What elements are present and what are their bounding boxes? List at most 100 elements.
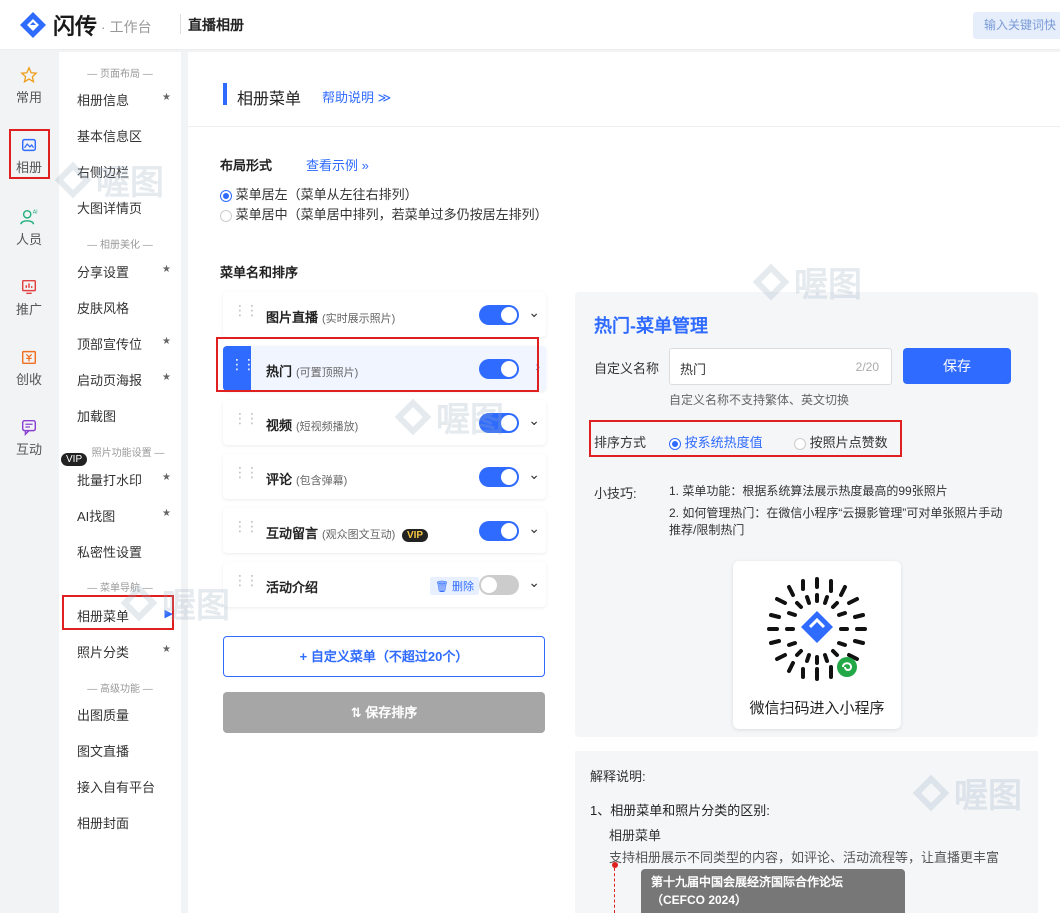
radio-checked-icon [220,189,232,202]
drag-handle-icon[interactable]: ⋮⋮ [233,519,259,533]
section-advanced: — 高级功能 — [87,684,153,695]
star-icon [20,66,38,84]
logo[interactable]: 闪传 · 工作台 [18,9,152,41]
explain-desc: 支持相册展示不同类型的内容，如评论、活动流程等，让直播更丰富 [609,850,1000,865]
qr-card: 微信扫码进入小程序 [733,561,901,729]
sidebar-item-skin[interactable]: 皮肤风格 [77,298,177,317]
sidebar-item-ai-find[interactable]: AI找图 ★ [77,506,177,525]
name-hint: 自定义名称不支持繁体、英文切换 [669,393,850,407]
trash-icon: 🗑 [435,581,449,593]
menu-toggle[interactable] [479,467,519,487]
section-layout: — 页面布局 — [87,69,153,80]
rail-label: 推广 [15,302,42,317]
sidebar-item-top-banner[interactable]: 顶部宣传位 ★ [77,334,177,353]
drag-handle-icon[interactable]: ⋮⋮ [233,573,259,587]
sidebar-item-right-bar[interactable]: 右侧边栏 [77,162,177,181]
layout-option-left[interactable]: 菜单居左（菜单从左往右排列） [220,184,418,203]
example-card-title: 第十九届中国会展经济国际合作论坛 [651,875,844,889]
menu-toggle[interactable] [479,305,519,325]
example-card-sub: （CEFCO 2024） [651,893,748,907]
layout-title: 布局形式 [220,158,273,173]
miniprogram-qr-icon [767,577,867,681]
menu-toggle[interactable] [479,413,519,433]
top-bar: 闪传 · 工作台 直播相册 输入关键词快 [0,0,1060,50]
chevron-down-icon[interactable]: ⌄ [528,520,540,537]
icon-rail: 常用 相册 AI 人员 推广 创收 互动 [0,52,58,913]
sidebar-item-platform[interactable]: 接入自有平台 [77,777,177,796]
sidebar-item-loading[interactable]: 加载图 [77,406,177,425]
highlight-album-menu [62,595,174,630]
brand-name: 闪传 [53,14,98,39]
rail-item-interact[interactable]: 互动 [0,418,58,458]
menu-toggle[interactable] [479,521,519,541]
menu-row[interactable]: ⋮⋮ 视频 (短视频播放) ⌄ [223,400,546,445]
menu-name: 视频 (短视频播放) [266,418,359,433]
chevron-down-icon[interactable]: ⌄ [528,412,540,429]
timeline-line [614,868,615,913]
sidebar-item-text-live[interactable]: 图文直播 [77,741,177,760]
menu-toggle[interactable] [479,575,519,595]
menu-row[interactable]: ⋮⋮ 图片直播 (实时展示照片) ⌄ [223,292,546,337]
name-label: 自定义名称 [594,361,660,376]
tips-label: 小技巧: [594,486,637,501]
menu-row[interactable]: ⋮⋮ 互动留言 (观众图文互动) VIP ⌄ [223,508,546,553]
explain-item-1: 1、相册菜单和照片分类的区别: [590,803,770,818]
sidebar-item-watermark[interactable]: 批量打水印 ★ [77,470,177,489]
panel-title: 热门-菜单管理 [594,316,708,336]
sidebar-item-cover[interactable]: 相册封面 [77,813,177,832]
menu-row[interactable]: ⋮⋮ 评论 (包含弹幕) ⌄ [223,454,546,499]
vip-badge: VIP [61,453,88,466]
tip-1: 1. 菜单功能：根据系统算法展示热度最高的99张照片 [669,484,948,498]
layout-option-center[interactable]: 菜单居中（菜单居中排列，若菜单过多仍按居左排列） [220,204,548,223]
delete-button[interactable]: 🗑 删除 [430,577,480,595]
chevron-down-icon[interactable]: ⌄ [528,466,540,483]
qr-caption: 微信扫码进入小程序 [749,700,885,717]
custom-menu-button[interactable]: + 自定义菜单（不超过20个） [223,636,545,677]
chevron-down-icon[interactable]: ⌄ [528,574,540,591]
divider [188,126,1060,127]
rail-item-promo[interactable]: 推广 [0,278,58,318]
tip-2: 2. 如何管理热门：在微信小程序“云摄影管理”可对单张照片手动推荐/限制热门 [669,506,1003,537]
divider [180,14,181,34]
menu-name: 互动留言 (观众图文互动) VIP [266,523,429,542]
logo-icon [20,12,46,38]
sidebar-item-share[interactable]: 分享设置 ★ [77,262,177,281]
view-example-link[interactable]: 查看示例 » [306,155,369,174]
name-input[interactable]: 热门 2/20 [669,348,892,385]
sidebar-item-album-info[interactable]: 相册信息 ★ [77,90,177,109]
sidebar-item-photo-cat[interactable]: 照片分类 ★ [77,642,177,661]
rail-item-revenue[interactable]: 创收 [0,348,58,388]
drag-handle-icon[interactable]: ⋮⋮ [233,465,259,479]
rail-item-common[interactable]: 常用 [0,66,58,106]
name-value: 热门 [680,362,707,377]
search-input[interactable]: 输入关键词快 [973,12,1060,39]
vip-badge: VIP [401,529,429,542]
star-icon: ★ [162,92,171,103]
rail-label: 互动 [15,442,42,457]
timeline-dot [612,862,618,868]
svg-text:AI: AI [33,209,38,215]
sidebar-item-basic-info[interactable]: 基本信息区 [77,126,177,145]
highlight-sort [589,420,902,457]
highlight-hot-row [216,337,539,392]
sidebar-item-poster[interactable]: 启动页海报 ★ [77,370,177,389]
page-title: 直播相册 [188,17,244,33]
brand-sub: · 工作台 [101,19,152,35]
sidebar-item-quality[interactable]: 出图质量 [77,705,177,724]
menu-name: 图片直播 (实时展示照片) [266,310,396,325]
save-button[interactable]: 保存 [903,348,1011,384]
explain-subtitle: 相册菜单 [609,828,662,843]
sidebar: — 页面布局 — 相册信息 ★ 基本信息区 右侧边栏 大图详情页 — 相册美化 —… [59,52,181,913]
help-link[interactable]: 帮助说明 ≫ [322,87,391,106]
heading-bar [223,83,227,105]
sidebar-item-big-detail[interactable]: 大图详情页 [77,198,177,217]
radio-unchecked-icon [220,209,232,222]
drag-handle-icon[interactable]: ⋮⋮ [233,411,259,425]
menu-row[interactable]: ⋮⋮ 活动介绍 🗑 删除 ⌄ [223,562,546,607]
sidebar-item-privacy[interactable]: 私密性设置 [77,542,177,561]
star-icon: ★ [162,472,171,483]
save-sort-button[interactable]: ⇅ 保存排序 [223,692,545,733]
drag-handle-icon[interactable]: ⋮⋮ [233,303,259,317]
chevron-down-icon[interactable]: ⌄ [528,304,540,321]
rail-item-people[interactable]: AI 人员 [0,208,58,248]
